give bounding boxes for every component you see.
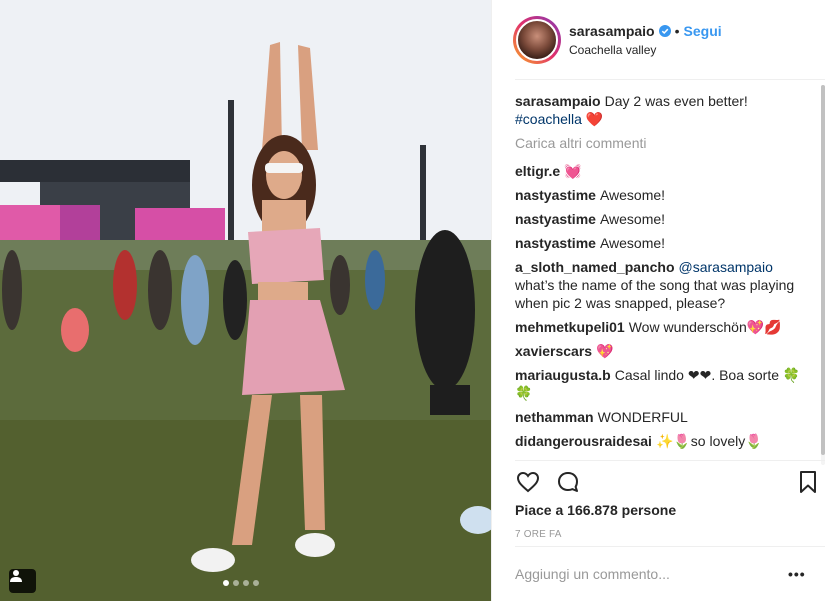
comment-username[interactable]: nethamman — [515, 409, 594, 425]
comment-username[interactable]: nastyastime — [515, 211, 596, 227]
header-row: sarasampaio • Segui — [569, 23, 722, 39]
caption-username[interactable]: sarasampaio — [515, 93, 601, 109]
carousel-indicator — [223, 580, 259, 586]
caption-text: Day 2 was even better! — [604, 93, 748, 109]
action-bar — [515, 468, 816, 496]
comment-username[interactable]: nastyastime — [515, 187, 596, 203]
comment-text: 💖 — [596, 343, 614, 359]
post-side-panel: sarasampaio • Segui Coachella valley sar… — [491, 0, 827, 601]
list-item: nastyastime Awesome! — [515, 234, 805, 252]
mention-link[interactable]: @sarasampaio — [679, 259, 773, 275]
divider — [515, 460, 825, 461]
comment-button[interactable] — [555, 469, 581, 495]
heart-icon — [516, 471, 540, 493]
carousel-dot[interactable] — [223, 580, 229, 586]
caption: sarasampaio Day 2 was even better! #coach… — [515, 92, 805, 128]
header-text: sarasampaio • Segui Coachella valley — [569, 23, 722, 57]
list-item: eltigr.e 💓 — [515, 162, 805, 180]
comments-scrollbar[interactable] — [821, 85, 825, 465]
more-options-button[interactable]: ••• — [788, 566, 806, 582]
comment-text: what’s the name of the song that was pla… — [515, 277, 795, 311]
comment-text: Awesome! — [599, 187, 666, 203]
comment-text: Wow wunderschön💖💋 — [628, 319, 782, 335]
comment-text: Awesome! — [599, 235, 666, 251]
list-item: nastyastime Awesome! — [515, 210, 805, 228]
divider — [515, 79, 825, 80]
avatar-image — [516, 18, 558, 61]
user-tag-button[interactable] — [9, 569, 36, 593]
comment-text: 💓 — [564, 163, 582, 179]
author-username[interactable]: sarasampaio — [569, 23, 655, 39]
post-timestamp[interactable]: 7 ORE FA — [515, 529, 562, 540]
comment-text: Awesome! — [599, 211, 666, 227]
avatar[interactable] — [513, 15, 561, 64]
post-photo[interactable] — [0, 0, 491, 601]
list-item: mehmetkupeli01 Wow wunderschön💖💋 — [515, 318, 805, 336]
carousel-dot[interactable] — [243, 580, 249, 586]
carousel-dot[interactable] — [253, 580, 259, 586]
load-more-comments-button[interactable]: Carica altri commenti — [515, 134, 805, 152]
comment-username[interactable]: didangerousraidesai — [515, 433, 652, 449]
list-item: mariaugusta.b Casal lindo ❤❤. Boa sorte 🍀… — [515, 366, 805, 402]
comment-username[interactable]: a_sloth_named_pancho — [515, 259, 675, 275]
save-button[interactable] — [795, 469, 821, 495]
separator: • — [674, 22, 680, 39]
list-item: a_sloth_named_pancho @sarasampaio what’s … — [515, 258, 805, 312]
comment-username[interactable]: mehmetkupeli01 — [515, 319, 625, 335]
add-comment-input[interactable]: Aggiungi un commento... — [515, 566, 670, 582]
comment-username[interactable]: nastyastime — [515, 235, 596, 251]
comment-text: ✨🌷so lovely🌷 — [655, 433, 763, 449]
hashtag-link[interactable]: #coachella — [515, 111, 582, 127]
comment-username[interactable]: xavierscars — [515, 343, 592, 359]
likes-count[interactable]: Piace a 166.878 persone — [515, 502, 676, 518]
list-item: nastyastime Awesome! — [515, 186, 805, 204]
post-header: sarasampaio • Segui Coachella valley — [492, 0, 827, 79]
comment-username[interactable]: mariaugusta.b — [515, 367, 611, 383]
location-link[interactable]: Coachella valley — [569, 43, 722, 57]
comment-username[interactable]: eltigr.e — [515, 163, 560, 179]
photo-illustration — [0, 0, 491, 601]
follow-button[interactable]: Segui — [684, 23, 722, 39]
like-button[interactable] — [515, 469, 541, 495]
list-item: nethamman WONDERFUL — [515, 408, 805, 426]
carousel-dot[interactable] — [233, 580, 239, 586]
list-item: didangerousraidesai ✨🌷so lovely🌷 — [515, 432, 805, 450]
caption-emoji: ❤️ — [585, 111, 604, 127]
user-tag-icon — [10, 570, 22, 582]
verified-badge-icon — [658, 24, 671, 37]
comments-list: sarasampaio Day 2 was even better! #coach… — [515, 92, 805, 458]
comment-text: WONDERFUL — [597, 409, 688, 425]
comment-icon — [558, 472, 578, 492]
divider — [515, 546, 825, 547]
list-item: xavierscars 💖 — [515, 342, 805, 360]
bookmark-icon — [800, 471, 816, 493]
